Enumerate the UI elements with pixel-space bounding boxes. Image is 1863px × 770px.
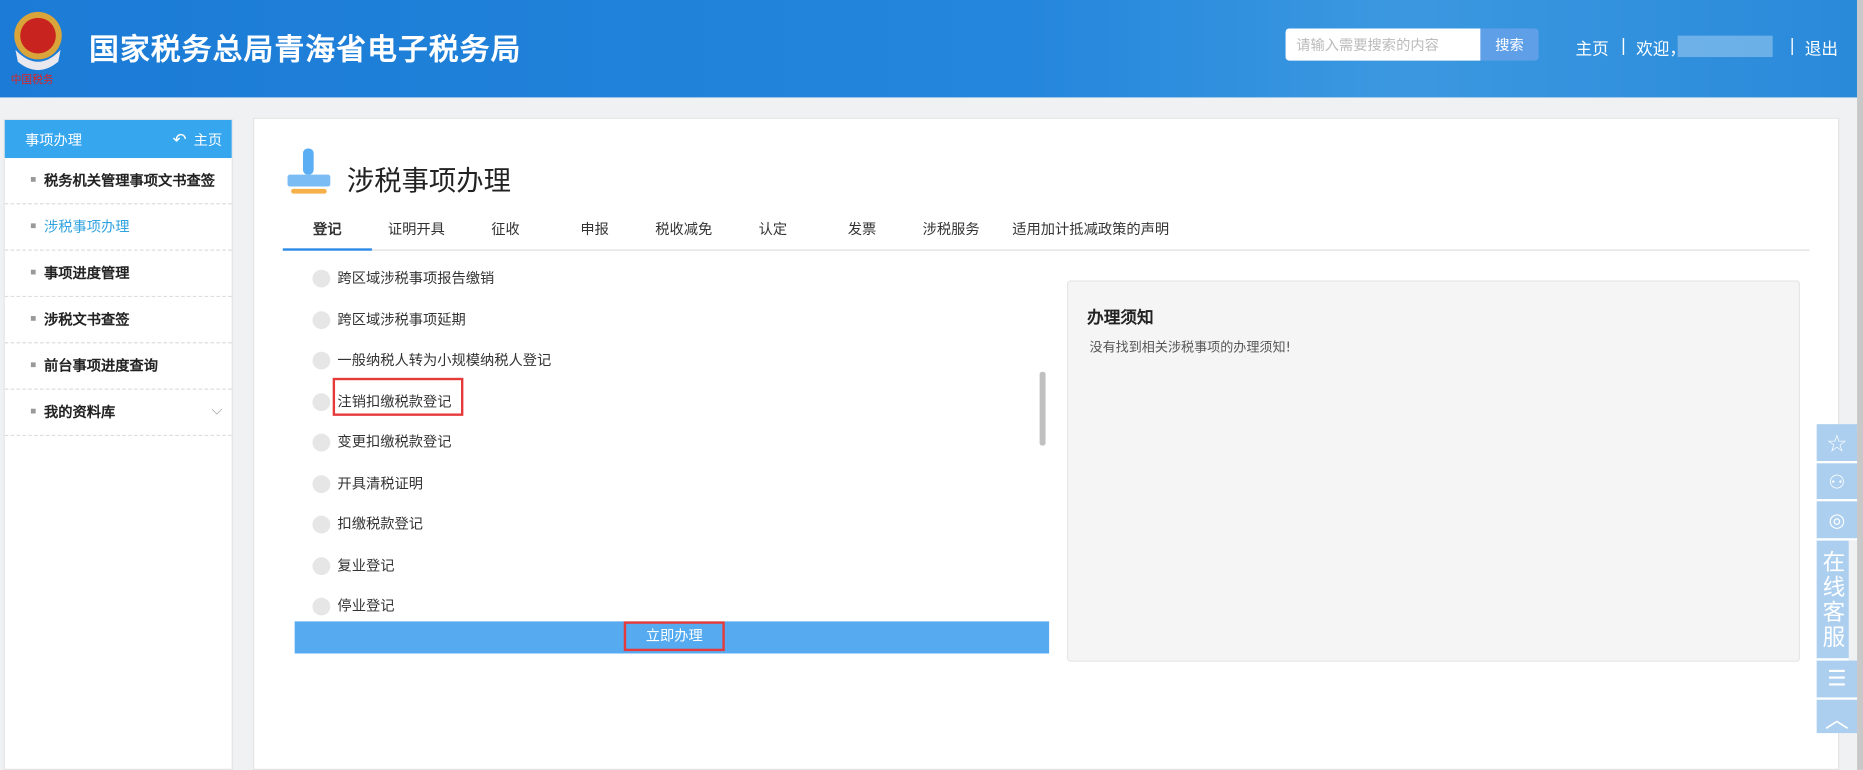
- matter-list: 跨区域涉税事项报告缴销 跨区域涉税事项延期 一般纳税人转为小规模纳税人登记 注销…: [295, 266, 1055, 620]
- handle-now-button[interactable]: 立即办理: [623, 621, 725, 652]
- username-redacted: [1677, 35, 1773, 58]
- sidebar-item-label: 事项进度管理: [43, 264, 130, 282]
- list-item-label: 跨区域涉税事项报告缴销: [337, 269, 495, 287]
- action-bar[interactable]: 立即办理: [294, 621, 1050, 654]
- search-input[interactable]: [1285, 28, 1481, 61]
- tab-deduction-declaration[interactable]: 适用加计抵减政策的声明: [1002, 219, 1180, 251]
- bullet-icon: [30, 316, 36, 321]
- tab-invoice[interactable]: 发票: [817, 219, 906, 251]
- sidebar-item-tax-matters[interactable]: 涉税事项办理: [4, 204, 232, 251]
- tab-qualification[interactable]: 认定: [728, 219, 817, 251]
- sidebar-item-label: 税务机关管理事项文书查签: [43, 172, 216, 189]
- divider: |: [1620, 36, 1627, 56]
- wechat-icon[interactable]: ⚇: [1816, 463, 1858, 502]
- logout-link[interactable]: 退出: [1805, 37, 1838, 61]
- sidebar-title: 事项办理: [24, 131, 83, 148]
- svg-text:中国税务: 中国税务: [11, 73, 54, 85]
- sidebar-home-label: 主页: [193, 131, 223, 148]
- home-link[interactable]: 主页: [1575, 37, 1608, 61]
- bullet-icon: [30, 269, 36, 275]
- list-item-label: 复业登记: [337, 556, 395, 574]
- bullet-icon: [30, 362, 36, 368]
- tab-declaration[interactable]: 申报: [550, 219, 639, 251]
- tab-tax-service[interactable]: 涉税服务: [907, 219, 996, 251]
- weibo-icon[interactable]: ◎: [1816, 501, 1858, 541]
- sidebar-item-front-desk-query[interactable]: 前台事项进度查询: [4, 343, 232, 390]
- list-item[interactable]: 扣缴税款登记: [295, 512, 1055, 553]
- list-item[interactable]: 复业登记: [295, 553, 1055, 594]
- sidebar-item-my-library[interactable]: 我的资料库 ⌵: [4, 390, 232, 437]
- sidebar-item-progress[interactable]: 事项进度管理: [4, 251, 232, 298]
- stamp-icon: [287, 148, 331, 194]
- favorite-star-icon[interactable]: ☆: [1816, 424, 1858, 464]
- list-item-label: 一般纳税人转为小规模纳税人登记: [337, 351, 552, 369]
- back-to-top-icon[interactable]: ︿: [1816, 699, 1858, 734]
- tab-certificate[interactable]: 证明开具: [372, 219, 461, 251]
- online-service-button[interactable]: 在线客服: [1816, 540, 1849, 661]
- sidebar-item-document-check[interactable]: 税务机关管理事项文书查签: [4, 158, 232, 205]
- list-item-label: 扣缴税款登记: [337, 515, 423, 533]
- radio-button[interactable]: [312, 351, 331, 370]
- category-tabs: 登记 证明开具 征收 申报 税收减免 认定 发票 涉税服务 适用加计抵减政策的声…: [282, 219, 1810, 251]
- back-arrow-icon: ↶: [172, 130, 187, 150]
- notice-title: 办理须知: [1087, 308, 1154, 328]
- list-item-highlighted[interactable]: 注销扣缴税款登记: [295, 377, 1055, 430]
- list-item[interactable]: 跨区域涉税事项报告缴销: [295, 266, 1055, 307]
- radio-button[interactable]: [312, 392, 331, 411]
- radio-button[interactable]: [312, 433, 331, 452]
- main-panel: 涉税事项办理 登记 证明开具 征收 申报 税收减免 认定 发票 涉税服务 适用加…: [253, 117, 1840, 770]
- list-item-label: 开具清税证明: [337, 474, 423, 492]
- divider: |: [1789, 36, 1795, 56]
- sidebar-item-label: 前台事项进度查询: [43, 357, 159, 375]
- chevron-down-icon: ⌵: [211, 401, 223, 419]
- list-item[interactable]: 变更扣缴税款登记: [295, 430, 1055, 471]
- radio-button[interactable]: [312, 515, 331, 534]
- sidebar-item-label: 涉税事项办理: [43, 218, 130, 236]
- tax-emblem-logo: 中国税务: [11, 11, 62, 86]
- bullet-icon: [30, 223, 36, 229]
- list-scrollbar[interactable]: [1039, 371, 1046, 446]
- page-scrollbar[interactable]: [1857, 0, 1863, 770]
- notice-text: 没有找到相关涉税事项的办理须知!: [1089, 339, 1291, 356]
- sidebar-home-link[interactable]: ↶ 主页: [173, 129, 223, 149]
- radio-button[interactable]: [312, 310, 331, 329]
- list-item-label: 停业登记: [337, 597, 395, 615]
- list-item[interactable]: 跨区域涉税事项延期: [295, 307, 1055, 348]
- radio-button[interactable]: [312, 556, 331, 575]
- radio-button[interactable]: [312, 474, 331, 493]
- radio-button[interactable]: [312, 597, 331, 616]
- list-item[interactable]: 开具清税证明: [295, 471, 1055, 512]
- radio-button[interactable]: [312, 269, 331, 288]
- tab-tax-relief[interactable]: 税收减免: [639, 219, 728, 251]
- tab-collection[interactable]: 征收: [461, 219, 550, 251]
- sidebar-header: 事项办理 ↶ 主页: [4, 120, 232, 159]
- header-banner: 中国税务 国家税务总局青海省电子税务局 搜索 主页 | 欢迎， | 退出: [0, 0, 1858, 98]
- search-button[interactable]: 搜索: [1480, 28, 1539, 61]
- sidebar-item-label: 涉税文书查签: [43, 311, 130, 328]
- tab-registration[interactable]: 登记: [282, 219, 372, 251]
- list-item[interactable]: 停业登记: [295, 594, 1055, 620]
- site-title: 国家税务总局青海省电子税务局: [89, 32, 522, 67]
- highlight-box: [332, 377, 464, 416]
- list-item-label: 跨区域涉税事项延期: [337, 310, 466, 328]
- floating-toolbar: ☆ ⚇ ◎ 在线客服 ☰ ︿: [1816, 424, 1858, 734]
- bullet-icon: [30, 177, 36, 182]
- page-title: 涉税事项办理: [346, 166, 511, 198]
- sidebar: 事项办理 ↶ 主页 税务机关管理事项文书查签 涉税事项办理 事项进度管理 涉税文书…: [3, 118, 233, 770]
- bullet-icon: [30, 408, 36, 414]
- notice-panel: 办理须知 没有找到相关涉税事项的办理须知!: [1066, 280, 1801, 662]
- sidebar-item-label: 我的资料库: [43, 403, 116, 421]
- list-item-label: 变更扣缴税款登记: [337, 433, 452, 451]
- clipboard-icon[interactable]: ☰: [1816, 660, 1858, 700]
- sidebar-item-tax-docs[interactable]: 涉税文书查签: [4, 297, 232, 344]
